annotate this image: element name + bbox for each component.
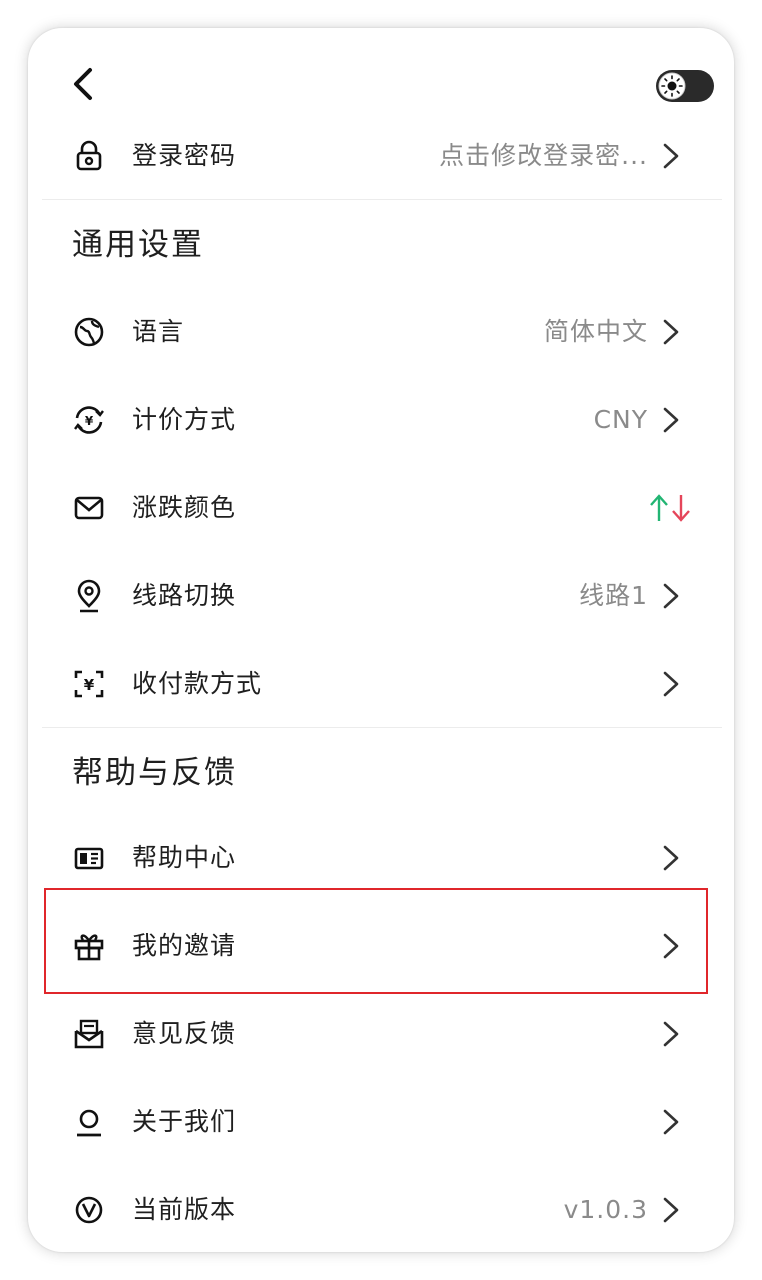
feedback-envelope-icon xyxy=(74,1019,104,1049)
login-password-value: 点击修改登录密... xyxy=(439,141,648,170)
current-version-row[interactable]: 当前版本 v1.0.3 xyxy=(28,1166,734,1252)
general-settings-title: 通用设置 xyxy=(72,227,204,263)
payment-methods-row[interactable]: ¥ 收付款方式 xyxy=(28,640,734,728)
globe-icon xyxy=(74,317,104,347)
language-label: 语言 xyxy=(132,317,185,346)
chevron-left-icon xyxy=(74,68,92,100)
pricing-method-value: CNY xyxy=(593,405,648,434)
route-switch-label: 线路切换 xyxy=(132,581,237,610)
price-color-row[interactable]: 涨跌颜色 xyxy=(28,464,734,552)
route-switch-value: 线路1 xyxy=(579,581,648,610)
language-row[interactable]: 语言 简体中文 xyxy=(28,288,734,376)
chevron-right-icon xyxy=(663,845,679,871)
svg-text:¥: ¥ xyxy=(84,676,95,694)
info-person-icon xyxy=(77,1109,101,1137)
help-feedback-title: 帮助与反馈 xyxy=(72,755,237,791)
route-switch-row[interactable]: 线路切换 线路1 xyxy=(28,552,734,640)
location-pin-icon xyxy=(77,579,101,613)
feedback-row[interactable]: 意见反馈 xyxy=(28,990,734,1078)
pricing-method-label: 计价方式 xyxy=(132,405,237,434)
mail-icon xyxy=(74,496,104,520)
chevron-right-icon xyxy=(663,143,679,169)
help-center-row[interactable]: 帮助中心 xyxy=(28,814,734,902)
chevron-right-icon xyxy=(663,583,679,609)
up-arrow-icon xyxy=(650,494,668,521)
my-invitation-row[interactable]: 我的邀请 xyxy=(28,902,734,990)
help-center-label: 帮助中心 xyxy=(132,843,237,872)
chevron-right-icon xyxy=(663,1197,679,1223)
lock-icon xyxy=(76,140,102,171)
price-color-label: 涨跌颜色 xyxy=(132,493,237,522)
chevron-right-icon xyxy=(663,933,679,959)
book-icon xyxy=(74,847,104,870)
chevron-right-icon xyxy=(663,1109,679,1135)
payment-scan-icon: ¥ xyxy=(74,670,104,698)
gift-icon xyxy=(74,934,104,961)
about-us-label: 关于我们 xyxy=(132,1107,237,1136)
payment-methods-label: 收付款方式 xyxy=(132,669,263,698)
current-version-value: v1.0.3 xyxy=(563,1195,648,1224)
current-version-label: 当前版本 xyxy=(132,1195,237,1224)
chevron-right-icon xyxy=(663,1021,679,1047)
svg-text:¥: ¥ xyxy=(85,414,94,428)
about-us-row[interactable]: 关于我们 xyxy=(28,1078,734,1166)
pricing-method-row[interactable]: ¥ 计价方式 CNY xyxy=(28,376,734,464)
my-invitation-label: 我的邀请 xyxy=(132,931,237,960)
language-value: 简体中文 xyxy=(543,317,648,346)
settings-screen: 登录密码 点击修改登录密... 通用设置 语言 简体中文 ¥ 计价方式 CNY xyxy=(28,28,734,1252)
login-password-label: 登录密码 xyxy=(132,141,237,170)
chevron-right-icon xyxy=(663,407,679,433)
down-arrow-icon xyxy=(672,495,690,522)
feedback-label: 意见反馈 xyxy=(132,1019,237,1048)
version-v-icon xyxy=(75,1196,103,1224)
login-password-row[interactable]: 登录密码 点击修改登录密... xyxy=(28,112,734,200)
chevron-right-icon xyxy=(663,671,679,697)
sun-icon xyxy=(658,72,686,100)
chevron-right-icon xyxy=(663,319,679,345)
theme-toggle[interactable] xyxy=(656,70,714,102)
back-button[interactable] xyxy=(64,64,104,104)
up-down-color-indicator xyxy=(648,491,694,525)
currency-exchange-icon: ¥ xyxy=(74,406,104,434)
